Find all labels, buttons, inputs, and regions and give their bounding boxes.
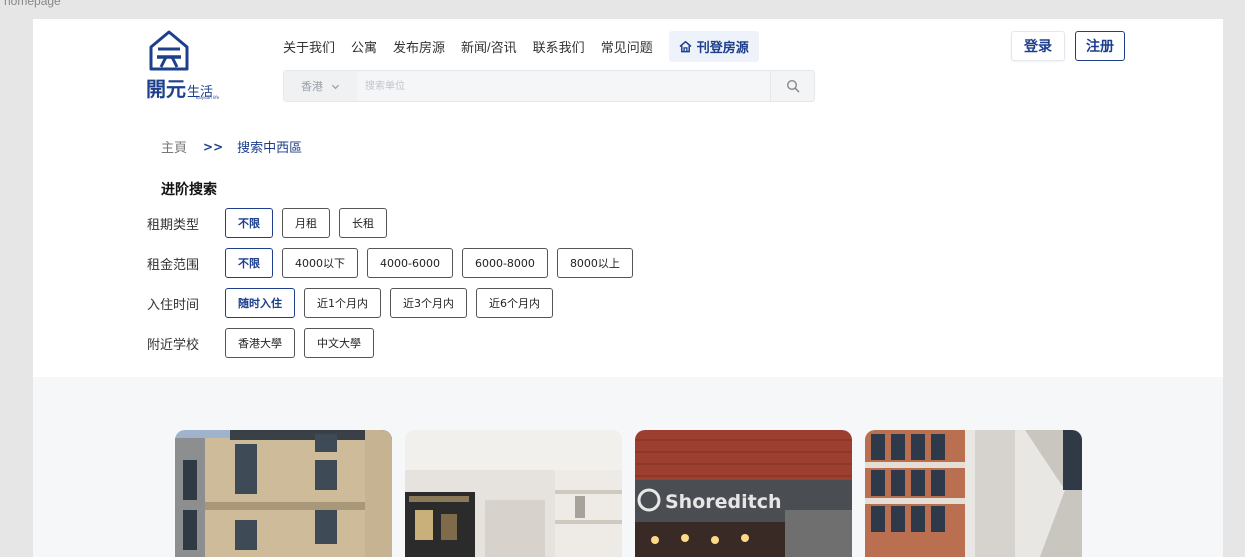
listing-section: Shoreditch (33, 377, 1223, 557)
breadcrumb: 主頁 >> 搜索中西區 (161, 137, 303, 157)
modern-facade-windows-image (865, 430, 1082, 557)
homepage: 開元 生活 kaiyuan life 关于我们 公寓 发布房源 新闻/咨讯 联系… (33, 19, 1223, 557)
filter-option[interactable]: 香港大學 (225, 328, 295, 358)
filter-option[interactable]: 中文大學 (304, 328, 374, 358)
advanced-search-title: 进阶搜索 (161, 182, 217, 198)
search-bar: 香港 (283, 70, 815, 102)
shoreditch-brick-sign-image: Shoreditch (635, 430, 852, 557)
region-value: 香港 (301, 80, 323, 93)
filter-option[interactable]: 6000-8000 (461, 248, 548, 278)
shoreditch-sign-text: Shoreditch (665, 491, 782, 513)
interior-kitchen-shelves-image (405, 430, 622, 557)
listing-card[interactable] (405, 430, 622, 557)
filter-option[interactable]: 近3个月内 (390, 288, 467, 318)
listing-card[interactable] (865, 430, 1082, 557)
listing-card[interactable] (175, 430, 392, 557)
nav-item-post-listing[interactable]: 发布房源 (393, 37, 445, 56)
search-input[interactable] (357, 71, 770, 101)
chevron-down-icon (331, 84, 340, 89)
filter-label: 附近学校 (147, 337, 200, 353)
breadcrumb-current: 搜索中西區 (237, 141, 303, 156)
publish-listing-label: 刊登房源 (696, 41, 749, 56)
search-icon (786, 79, 799, 93)
nav-item-faq[interactable]: 常见问题 (601, 37, 653, 56)
register-button[interactable]: 注册 (1075, 31, 1125, 61)
filter-rent-range: 租金范围 不限 4000以下 4000-6000 6000-8000 8000以… (147, 248, 642, 278)
filter-option[interactable]: 长租 (339, 208, 387, 238)
frame-label: homepage (4, 0, 61, 8)
filter-option[interactable]: 近1个月内 (304, 288, 381, 318)
filter-label: 入住时间 (147, 297, 200, 313)
filter-lease-type: 租期类型 不限 月租 长租 (147, 208, 396, 238)
region-select[interactable]: 香港 (284, 71, 357, 101)
nav-item-apartments[interactable]: 公寓 (351, 37, 377, 56)
breadcrumb-home[interactable]: 主頁 (161, 137, 187, 156)
breadcrumb-separator: >> (203, 139, 224, 154)
listing-card[interactable]: Shoreditch (635, 430, 852, 557)
brand-logo[interactable]: 開元 生活 kaiyuan life (146, 27, 226, 102)
main-nav: 关于我们 公寓 发布房源 新闻/咨讯 联系我们 常见问题 刊登房源 (283, 31, 759, 62)
nav-item-about[interactable]: 关于我们 (283, 37, 335, 56)
search-button[interactable] (770, 71, 814, 101)
filter-option[interactable]: 随时入住 (225, 288, 295, 318)
login-button[interactable]: 登录 (1011, 31, 1065, 61)
filter-option[interactable]: 月租 (282, 208, 330, 238)
filter-option[interactable]: 4000以下 (282, 248, 358, 278)
filter-option[interactable]: 近6个月内 (476, 288, 553, 318)
filter-option[interactable]: 不限 (225, 248, 273, 278)
logo-house-icon (149, 30, 189, 71)
filter-option[interactable]: 8000以上 (556, 248, 633, 278)
auth-buttons: 登录 注册 (1011, 31, 1125, 61)
filter-move-in: 入住时间 随时入住 近1个月内 近3个月内 近6个月内 (147, 288, 562, 318)
publish-listing-button[interactable]: 刊登房源 (668, 31, 759, 62)
filter-option[interactable]: 4000-6000 (367, 248, 453, 278)
house-icon (679, 40, 692, 53)
filter-label: 租金范围 (147, 257, 200, 273)
brick-apartment-building-image (175, 430, 392, 557)
brand-english: kaiyuan life (196, 95, 220, 100)
filter-nearby-school: 附近学校 香港大學 中文大學 (147, 328, 383, 358)
filter-label: 租期类型 (147, 217, 200, 233)
nav-item-contact[interactable]: 联系我们 (533, 37, 585, 56)
filter-option[interactable]: 不限 (225, 208, 273, 238)
brand-name: 開元 (146, 77, 186, 101)
nav-item-news[interactable]: 新闻/咨讯 (461, 37, 517, 56)
